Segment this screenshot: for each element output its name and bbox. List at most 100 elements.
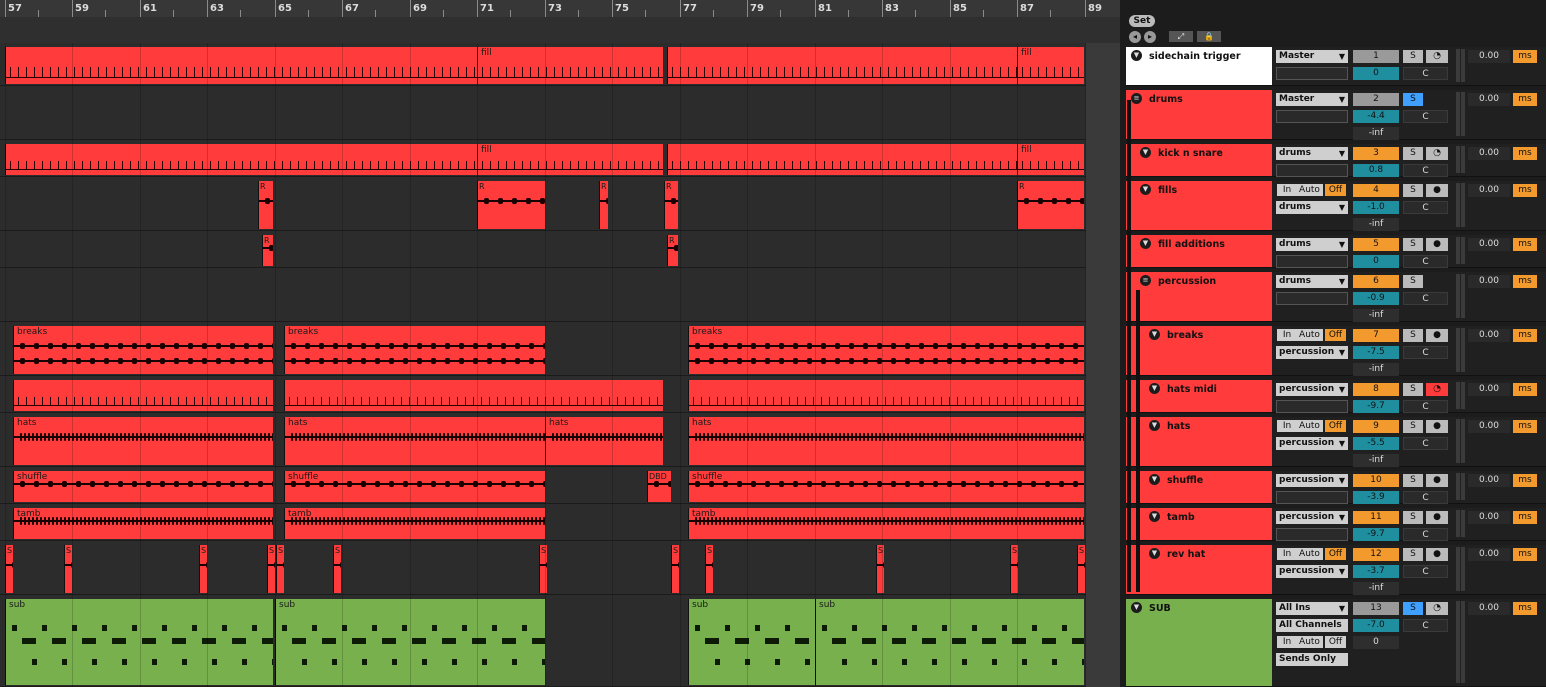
routing-dropdown[interactable]: percussion ▼ <box>1276 437 1348 450</box>
routing-dropdown[interactable]: All Ins ▼ <box>1276 602 1348 615</box>
fit-view-icon[interactable]: ⤢ <box>1169 31 1193 42</box>
track-name[interactable]: SUB <box>1149 603 1171 614</box>
clip[interactable]: S <box>705 545 713 593</box>
solo-button[interactable]: S <box>1403 420 1423 433</box>
monitor-in-button[interactable]: In <box>1277 329 1297 341</box>
clip[interactable]: shuffle <box>284 471 545 502</box>
track-activator-button[interactable]: 4 <box>1353 184 1399 197</box>
track-activator-button[interactable]: 6 <box>1353 275 1399 288</box>
track-activator-button[interactable]: 8 <box>1353 383 1399 396</box>
track-header[interactable] <box>1126 90 1272 140</box>
nav-forward-icon[interactable]: ▸ <box>1144 31 1156 43</box>
pan-field[interactable]: C <box>1403 528 1448 541</box>
solo-button[interactable]: S <box>1403 275 1423 288</box>
clip[interactable]: tamb <box>13 508 273 539</box>
track-activator-button[interactable]: 12 <box>1353 548 1399 561</box>
clip[interactable]: fill <box>1017 144 1084 175</box>
track-delay-field[interactable]: 0.00 <box>1468 275 1510 288</box>
volume-field[interactable]: -4.4 <box>1353 110 1399 123</box>
track-lane[interactable] <box>0 231 1120 268</box>
monitor-in-button[interactable]: In <box>1277 636 1297 648</box>
fold-toggle-icon[interactable]: ▼ <box>1149 511 1160 522</box>
send-field[interactable]: -inf <box>1353 309 1399 322</box>
monitor-in-button[interactable]: In <box>1277 420 1297 432</box>
routing-empty-field[interactable] <box>1276 67 1348 80</box>
arm-knob-icon[interactable]: ◔ <box>1426 602 1448 615</box>
delay-unit-button[interactable]: ms <box>1513 238 1537 251</box>
monitor-off-button[interactable]: Off <box>1325 548 1346 560</box>
routing-empty-field[interactable] <box>1276 292 1348 305</box>
routing-empty-field[interactable] <box>1276 491 1348 504</box>
track-activator-button[interactable]: 5 <box>1353 238 1399 251</box>
track-lane[interactable] <box>0 177 1120 231</box>
fold-toggle-icon[interactable]: ▼ <box>1149 548 1160 559</box>
clip[interactable]: R <box>599 181 608 229</box>
volume-field[interactable]: -9.7 <box>1353 528 1399 541</box>
volume-field[interactable]: -3.9 <box>1353 491 1399 504</box>
track-delay-field[interactable]: 0.00 <box>1468 93 1510 106</box>
pan-field[interactable]: C <box>1403 619 1448 632</box>
monitor-auto-button[interactable]: Auto <box>1296 329 1323 341</box>
volume-field[interactable]: -7.0 <box>1353 619 1399 632</box>
routing-dropdown[interactable]: percussion ▼ <box>1276 565 1348 578</box>
track-delay-field[interactable]: 0.00 <box>1468 420 1510 433</box>
routing-empty-field[interactable] <box>1276 164 1348 177</box>
track-header[interactable] <box>1126 599 1272 687</box>
track-lane[interactable] <box>0 541 1120 595</box>
monitor-auto-button[interactable]: Auto <box>1296 636 1323 648</box>
delay-unit-button[interactable]: ms <box>1513 93 1537 106</box>
clip[interactable]: breaks <box>13 326 273 374</box>
pan-field[interactable]: C <box>1403 400 1448 413</box>
routing-empty-field[interactable] <box>1276 110 1348 123</box>
fold-toggle-icon[interactable]: ▼ <box>1149 383 1160 394</box>
delay-unit-button[interactable]: ms <box>1513 184 1537 197</box>
arm-knob-icon[interactable]: ◔ <box>1426 383 1448 396</box>
clip[interactable]: S <box>64 545 72 593</box>
clip[interactable]: shuffle <box>13 471 273 502</box>
track-delay-field[interactable]: 0.00 <box>1468 329 1510 342</box>
track-name[interactable]: shuffle <box>1167 475 1203 486</box>
fold-toggle-icon[interactable]: ▼ <box>1131 602 1142 613</box>
delay-unit-button[interactable]: ms <box>1513 602 1537 615</box>
track-name[interactable]: percussion <box>1158 276 1216 287</box>
pan-field[interactable]: C <box>1403 255 1448 268</box>
monitor-auto-button[interactable]: Auto <box>1296 184 1323 196</box>
volume-field[interactable]: -1.0 <box>1353 201 1399 214</box>
delay-unit-button[interactable]: ms <box>1513 511 1537 524</box>
monitor-in-button[interactable]: In <box>1277 184 1297 196</box>
fold-toggle-icon[interactable]: ▼ <box>1149 329 1160 340</box>
pan-field[interactable]: C <box>1403 437 1448 450</box>
solo-button[interactable]: S <box>1403 383 1423 396</box>
volume-field[interactable]: -5.5 <box>1353 437 1399 450</box>
track-delay-field[interactable]: 0.00 <box>1468 50 1510 63</box>
delay-unit-button[interactable]: ms <box>1513 50 1537 63</box>
solo-button[interactable]: S <box>1403 147 1423 160</box>
pan-field[interactable]: C <box>1403 67 1448 80</box>
routing-empty-field[interactable] <box>1276 528 1348 541</box>
delay-unit-button[interactable]: ms <box>1513 548 1537 561</box>
track-name[interactable]: drums <box>1149 94 1183 105</box>
track-name[interactable]: kick n snare <box>1158 148 1223 159</box>
scrub-area[interactable] <box>0 17 1120 43</box>
clip[interactable]: R <box>667 235 678 266</box>
pan-field[interactable]: C <box>1403 565 1448 578</box>
solo-button[interactable]: S <box>1403 50 1423 63</box>
send-field[interactable]: -inf <box>1353 363 1399 376</box>
volume-field[interactable]: 0 <box>1353 67 1399 80</box>
pan-field[interactable]: C <box>1403 201 1448 214</box>
clip[interactable]: tamb <box>284 508 545 539</box>
pan-field[interactable]: C <box>1403 164 1448 177</box>
clip[interactable]: fill <box>477 47 663 84</box>
solo-button[interactable]: S <box>1403 602 1423 615</box>
delay-unit-button[interactable]: ms <box>1513 383 1537 396</box>
clip[interactable]: DBD <box>647 471 671 502</box>
clip[interactable]: fill <box>1017 47 1084 84</box>
routing-dropdown[interactable]: percussion ▼ <box>1276 346 1348 359</box>
routing-dropdown[interactable]: Master ▼ <box>1276 50 1348 63</box>
solo-button[interactable]: S <box>1403 238 1423 251</box>
nav-back-icon[interactable]: ◂ <box>1129 31 1141 43</box>
clip[interactable]: S <box>1077 545 1085 593</box>
track-header[interactable] <box>1126 508 1272 541</box>
solo-button[interactable]: S <box>1403 93 1423 106</box>
monitor-off-button[interactable]: Off <box>1325 420 1346 432</box>
